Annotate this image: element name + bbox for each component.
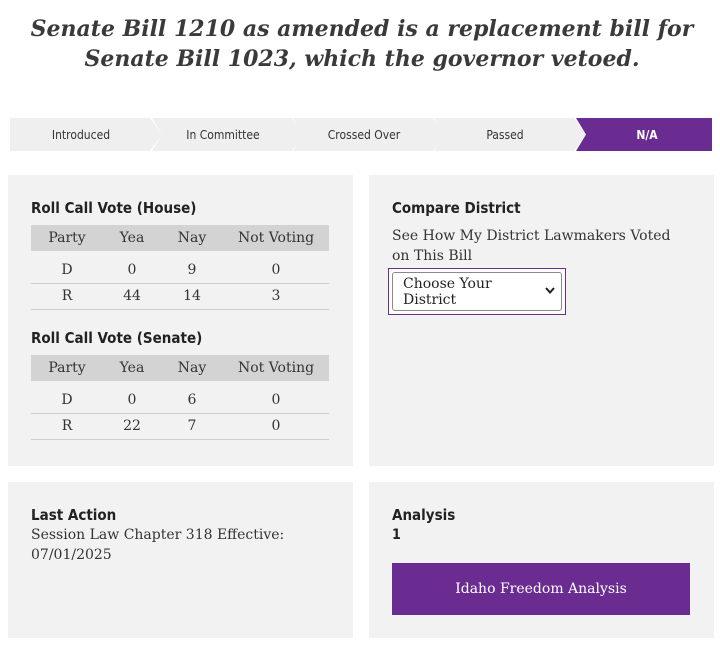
compare-district-title: Compare District <box>392 199 521 217</box>
district-select[interactable]: Choose Your District <box>388 268 566 315</box>
progress-step-introduced: Introduced <box>10 118 162 151</box>
yea-cell: 0 <box>103 257 161 284</box>
party-cell: R <box>31 413 103 440</box>
nay-cell: 6 <box>161 387 223 414</box>
bill-progress-bar: Introduced In Committee Crossed Over Pas… <box>10 118 712 151</box>
party-cell: R <box>31 283 103 310</box>
bill-headline: Senate Bill 1210 as amended is a replace… <box>30 16 694 72</box>
column-header: Yea <box>103 355 161 381</box>
analysis-count: 1 <box>392 527 401 543</box>
district-select-control[interactable]: Choose Your District <box>392 272 562 311</box>
senate-vote-header-row: Party Yea Nay Not Voting <box>31 355 329 381</box>
column-header: Not Voting <box>223 225 329 251</box>
house-vote-table: Party Yea Nay Not Voting D 0 9 0 R 44 14… <box>31 225 329 310</box>
table-row: D 0 6 0 <box>31 387 329 414</box>
not-voting-cell: 0 <box>223 413 329 440</box>
last-action-text: Session Law Chapter 318 Effective: 07/01… <box>31 527 285 563</box>
nay-cell: 14 <box>161 283 223 310</box>
nay-cell: 7 <box>161 413 223 440</box>
progress-step-passed: Passed <box>434 118 586 151</box>
party-cell: D <box>31 257 103 284</box>
chevron-down-icon <box>545 286 555 297</box>
party-cell: D <box>31 387 103 414</box>
house-vote-header-row: Party Yea Nay Not Voting <box>31 225 329 251</box>
yea-cell: 0 <box>103 387 161 414</box>
not-voting-cell: 0 <box>223 387 329 414</box>
column-header: Yea <box>103 225 161 251</box>
yea-cell: 22 <box>103 413 161 440</box>
table-row: R 22 7 0 <box>31 413 329 440</box>
district-select-value: Choose Your District <box>403 275 492 308</box>
not-voting-cell: 0 <box>223 257 329 284</box>
column-header: Party <box>31 355 103 381</box>
yea-cell: 44 <box>103 283 161 310</box>
column-header: Not Voting <box>223 355 329 381</box>
idaho-freedom-analysis-button[interactable]: Idaho Freedom Analysis <box>392 563 690 615</box>
house-vote-title: Roll Call Vote (House) <box>31 199 197 217</box>
table-row: R 44 14 3 <box>31 283 329 310</box>
column-header: Nay <box>161 225 223 251</box>
progress-step-crossed-over: Crossed Over <box>293 118 445 151</box>
column-header: Nay <box>161 355 223 381</box>
compare-district-card <box>369 175 714 466</box>
progress-step-na: N/A <box>576 118 712 151</box>
compare-district-description: See How My District Lawmakers Voted on T… <box>392 228 671 264</box>
column-header: Party <box>31 225 103 251</box>
last-action-title: Last Action <box>31 506 117 524</box>
table-row: D 0 9 0 <box>31 257 329 284</box>
progress-step-in-committee: In Committee <box>152 118 304 151</box>
not-voting-cell: 3 <box>223 283 329 310</box>
senate-vote-title: Roll Call Vote (Senate) <box>31 329 203 347</box>
analysis-title: Analysis <box>392 506 456 524</box>
nay-cell: 9 <box>161 257 223 284</box>
senate-vote-table: Party Yea Nay Not Voting D 0 6 0 R 22 7 … <box>31 355 329 440</box>
